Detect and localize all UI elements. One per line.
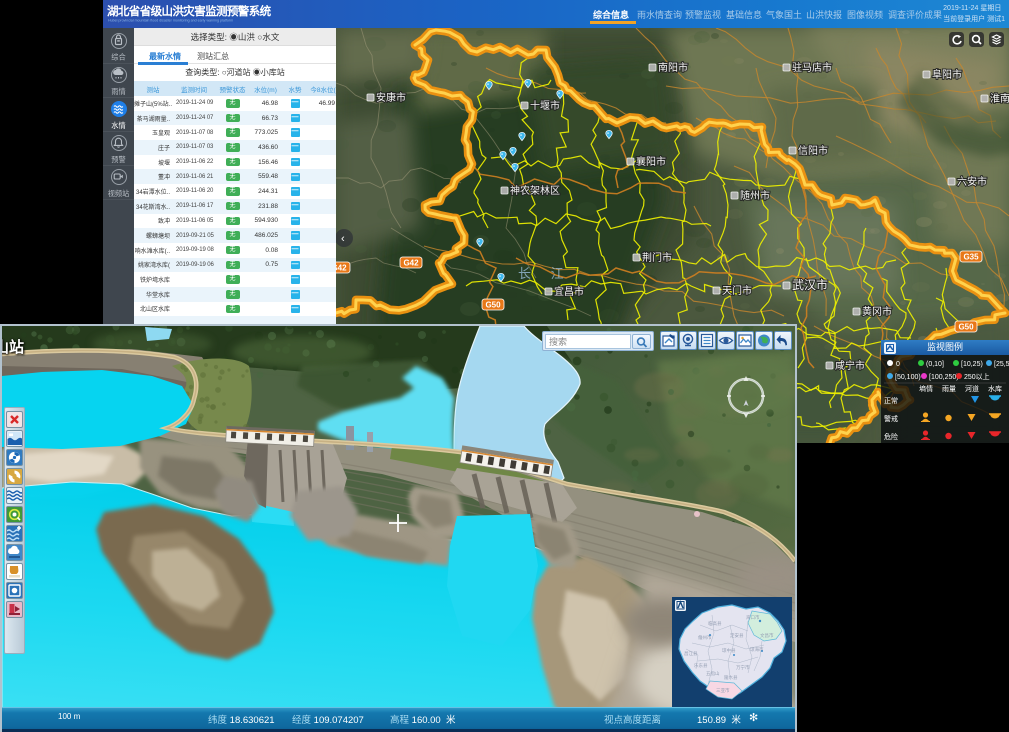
- svg-text:南阳市: 南阳市: [658, 61, 688, 74]
- svg-text:正常: 正常: [884, 396, 898, 405]
- svg-text:随州市: 随州市: [740, 189, 770, 202]
- svg-text:十堰市: 十堰市: [530, 99, 560, 112]
- svg-text:雨量: 雨量: [942, 385, 956, 393]
- svg-text:万宁市: 万宁市: [736, 664, 750, 671]
- svg-text:[25,50: [25,50: [994, 361, 1009, 368]
- svg-text:[50,100): [50,100): [895, 374, 921, 381]
- svg-text:G50: G50: [958, 323, 974, 332]
- svg-text:三亚市: 三亚市: [716, 687, 730, 694]
- svg-text:陵水县: 陵水县: [724, 674, 738, 681]
- svg-text:六安市: 六安市: [957, 175, 987, 188]
- svg-text:五指山: 五指山: [706, 670, 720, 677]
- svg-text:黄冈市: 黄冈市: [862, 305, 892, 318]
- svg-text:襄阳市: 襄阳市: [636, 155, 666, 168]
- svg-text:淮南: 淮南: [990, 92, 1009, 105]
- svg-text:G50: G50: [485, 301, 501, 310]
- svg-text:(0,10]: (0,10]: [926, 361, 944, 368]
- svg-text:驻马店市: 驻马店市: [792, 61, 832, 74]
- svg-text:危险: 危险: [884, 432, 898, 441]
- svg-text:[10,25): [10,25): [961, 361, 983, 368]
- svg-text:墒情: 墒情: [919, 384, 933, 393]
- svg-text:‹: ‹: [341, 233, 345, 245]
- svg-text:天门市: 天门市: [722, 284, 752, 297]
- svg-text:G42: G42: [336, 264, 347, 273]
- svg-text:250以上: 250以上: [964, 372, 990, 381]
- svg-text:信阳市: 信阳市: [798, 144, 828, 157]
- svg-text:宜昌市: 宜昌市: [554, 285, 584, 298]
- svg-text:武汉市: 武汉市: [792, 277, 828, 292]
- svg-text:河道: 河道: [965, 384, 979, 393]
- svg-text:0: 0: [896, 361, 900, 368]
- svg-text:安康市: 安康市: [376, 91, 406, 104]
- svg-text:水库: 水库: [988, 384, 1002, 393]
- svg-text:警戒: 警戒: [884, 414, 898, 423]
- svg-text:乐东县: 乐东县: [694, 662, 708, 669]
- svg-text:G42: G42: [403, 259, 419, 268]
- svg-text:临高县: 临高县: [708, 620, 722, 627]
- svg-text:昌江县: 昌江县: [684, 650, 698, 657]
- svg-text:[100,250): [100,250): [929, 374, 959, 381]
- svg-text:定安县: 定安县: [730, 632, 744, 639]
- svg-text:神农架林区: 神农架林区: [510, 184, 560, 197]
- svg-text:咸宁市: 咸宁市: [835, 359, 865, 372]
- svg-text:琼中县: 琼中县: [722, 647, 736, 654]
- svg-text:荆门市: 荆门市: [642, 251, 672, 264]
- svg-text:文昌市: 文昌市: [760, 632, 774, 639]
- svg-text:阜阳市: 阜阳市: [932, 68, 962, 81]
- svg-text:海口市: 海口市: [746, 614, 760, 621]
- svg-text:G35: G35: [963, 253, 979, 262]
- svg-text:长 江: 长 江: [518, 266, 572, 281]
